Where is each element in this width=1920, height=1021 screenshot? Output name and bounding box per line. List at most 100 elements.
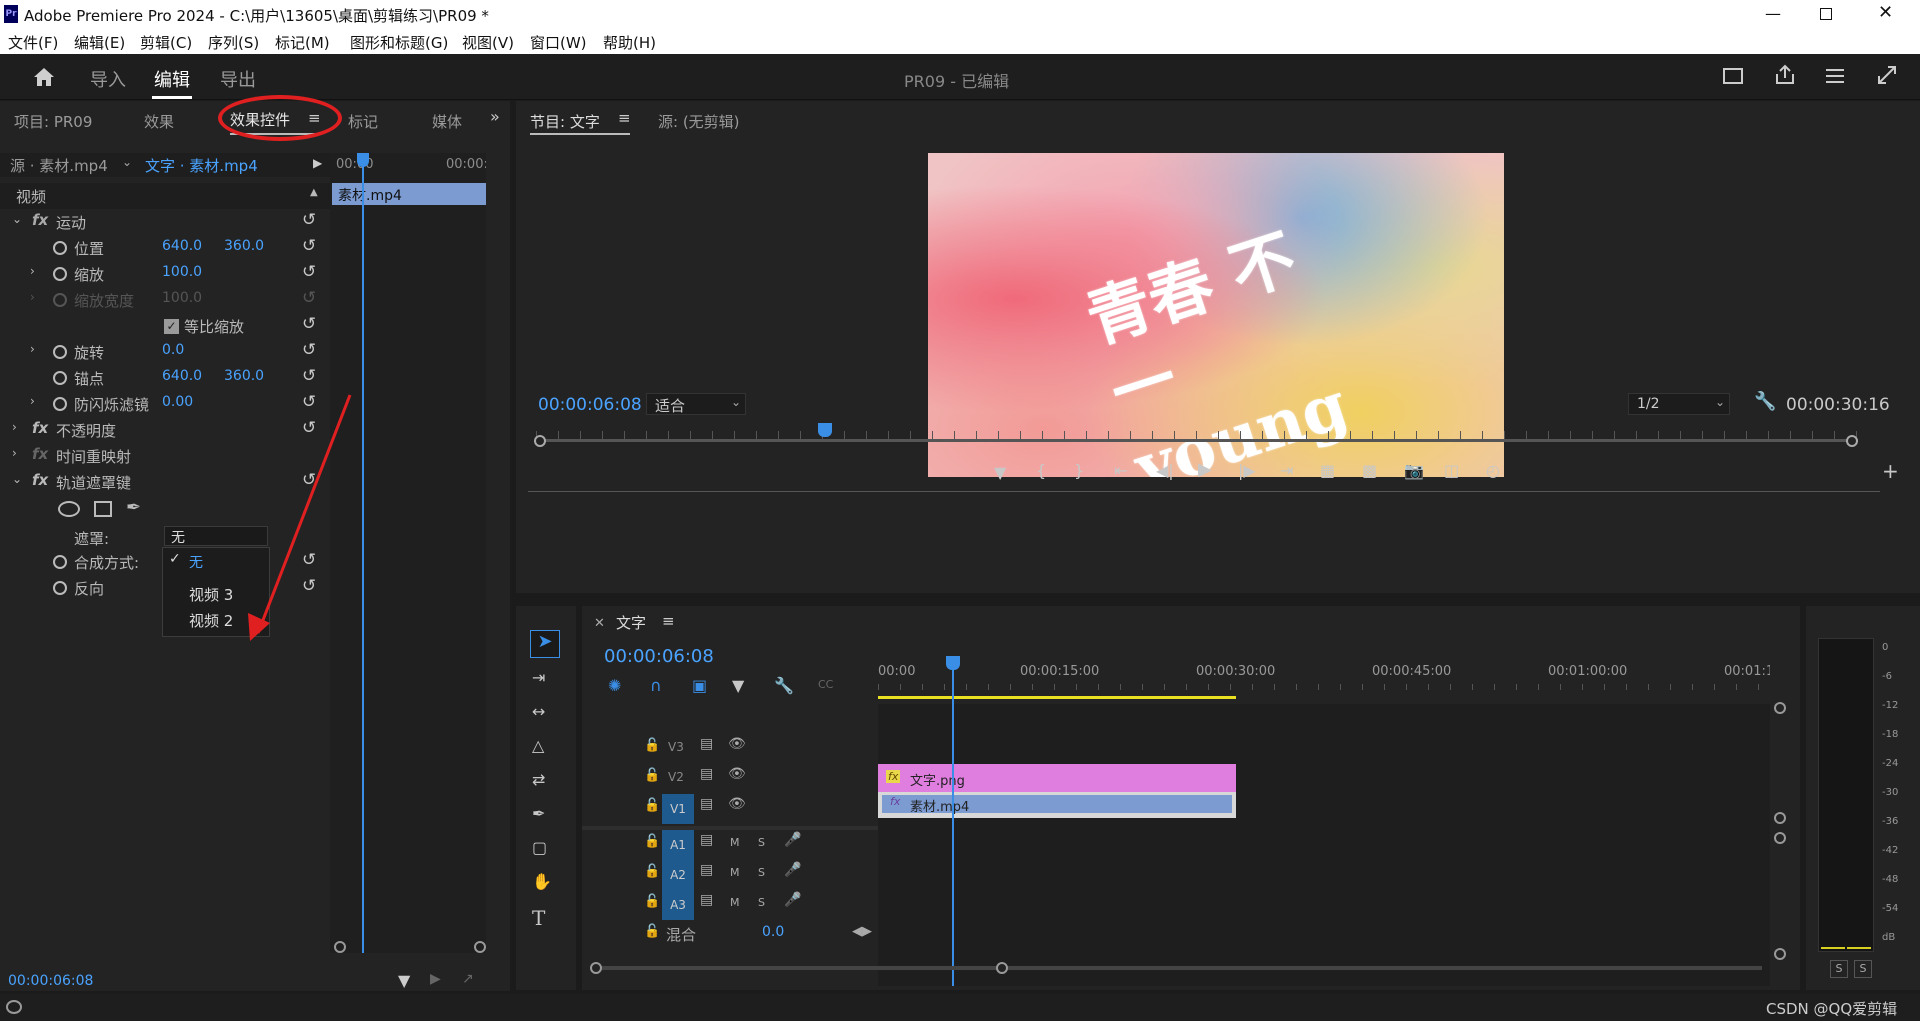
dropdown-item-video2[interactable]: 视频 2 <box>189 610 233 631</box>
ec-scroll-left[interactable] <box>334 941 346 953</box>
ec-timecode[interactable]: 00:00:06:08 <box>8 973 93 989</box>
ec-clip[interactable]: 素材.mp4 <box>332 183 486 205</box>
reset-icon[interactable]: ↺ <box>302 314 316 334</box>
ellipse-mask-icon[interactable] <box>58 501 80 517</box>
tab-project[interactable]: 项目: PR09 <box>14 111 92 132</box>
add-marker-icon[interactable]: ▼ <box>994 463 1006 482</box>
tab-media[interactable]: 媒体 <box>432 111 462 132</box>
stopwatch-icon[interactable] <box>53 371 67 385</box>
reset-icon[interactable]: ↺ <box>302 262 316 282</box>
solo-left-button[interactable]: S <box>1830 960 1848 978</box>
fx-icon[interactable]: fx <box>32 445 48 463</box>
go-to-out-icon[interactable]: ⇥ <box>1280 461 1293 480</box>
chevron-down-icon[interactable]: ⌄ <box>122 155 132 169</box>
magnet-icon[interactable]: ∩ <box>650 676 662 695</box>
tab-edit[interactable]: 编辑 <box>154 66 190 92</box>
solo-button[interactable]: S <box>758 836 765 849</box>
program-scrubber[interactable] <box>534 423 1858 447</box>
mark-out-icon[interactable]: } <box>1074 461 1084 480</box>
a-scroll-bottom[interactable] <box>1774 948 1786 960</box>
source-selector[interactable]: 源 · 素材.mp4 ⌄ 文字 · 素材.mp4 ▶ <box>0 153 330 177</box>
captions-icon[interactable]: CC <box>818 678 833 691</box>
pen-mask-icon[interactable]: ✒ <box>126 497 141 518</box>
panel-overflow-icon[interactable]: » <box>490 107 500 126</box>
value-x[interactable]: 640.0 <box>162 368 202 384</box>
rectangle-mask-icon[interactable] <box>94 501 112 517</box>
timeline-playhead[interactable] <box>952 662 954 986</box>
track-v3[interactable]: 🔓 V3 ▤ 👁 <box>582 734 878 764</box>
play-triangle-icon[interactable]: ▶ <box>313 156 322 170</box>
play-icon[interactable]: ▶ <box>1198 459 1212 480</box>
timeline-timecode[interactable]: 00:00:06:08 <box>604 646 714 667</box>
v-scroll-mid[interactable] <box>1774 812 1786 824</box>
stopwatch-icon[interactable] <box>53 241 67 255</box>
menu-graphics[interactable]: 图形和标题(G) <box>350 32 448 53</box>
eye-icon[interactable]: 👁 <box>728 766 746 782</box>
menu-clip[interactable]: 剪辑(C) <box>140 32 192 53</box>
track-label-v1[interactable]: V1 <box>662 794 694 824</box>
reset-icon[interactable]: ↺ <box>302 236 316 256</box>
compare-icon[interactable]: ◫ <box>1444 461 1459 480</box>
filter-icon[interactable]: ▼ <box>398 971 410 990</box>
clip-text-png[interactable]: fx 文字.png <box>878 764 1236 792</box>
value-flicker[interactable]: 0.00 <box>162 394 193 410</box>
quick-export-icon[interactable] <box>1723 68 1743 84</box>
maximize-button[interactable] <box>1820 8 1832 20</box>
track-v2[interactable]: 🔓 V2 ▤ 👁 <box>582 764 878 794</box>
home-icon[interactable] <box>32 66 56 88</box>
mute-button[interactable]: M <box>730 866 740 879</box>
tab-menu-icon[interactable]: ≡ <box>618 109 631 127</box>
microphone-icon[interactable]: 🎤 <box>784 892 801 908</box>
scrubber-end[interactable] <box>1846 435 1858 447</box>
a-scroll-top[interactable] <box>1774 832 1786 844</box>
tab-menu-icon[interactable]: ≡ <box>662 612 675 630</box>
ec-playhead-marker[interactable] <box>357 153 369 167</box>
prop-anchor[interactable]: 锚点 640.0 360.0 ↺ <box>0 365 330 391</box>
stopwatch-icon[interactable] <box>53 267 67 281</box>
menu-file[interactable]: 文件(F) <box>8 32 58 53</box>
timeline-playhead-marker[interactable] <box>946 656 960 670</box>
sync-lock-icon[interactable]: ▤ <box>700 832 713 848</box>
step-forward-icon[interactable]: |▶ <box>1238 461 1256 480</box>
razor-icon[interactable]: △ <box>532 736 544 755</box>
h-scrollbar[interactable] <box>590 962 1762 974</box>
solo-right-button[interactable]: S <box>1854 960 1872 978</box>
lock-icon[interactable]: 🔓 <box>644 798 660 813</box>
prop-position[interactable]: 位置 640.0 360.0 ↺ <box>0 235 330 261</box>
settings-wrench-icon[interactable]: 🔧 <box>774 676 794 695</box>
prop-uniform-scale[interactable]: ✓ 等比缩放 ↺ <box>0 313 330 339</box>
tab-export[interactable]: 导出 <box>220 66 256 92</box>
tab-sequence[interactable]: 文字 <box>616 612 646 633</box>
menu-view[interactable]: 视图(V) <box>462 32 514 53</box>
slip-icon[interactable]: ⇄ <box>532 770 545 789</box>
lift-icon[interactable]: ▦ <box>1320 461 1335 480</box>
fit-select[interactable]: 适合 ⌄ <box>646 393 746 415</box>
status-cloud-icon[interactable] <box>6 1000 22 1014</box>
expand-icon[interactable]: ⌄ <box>12 472 22 486</box>
expand-icon[interactable]: ⌄ <box>12 212 22 226</box>
camera-icon[interactable]: 📷 <box>1404 461 1424 480</box>
track-label-a1[interactable]: A1 <box>662 830 694 860</box>
expand-icon[interactable]: › <box>30 342 35 356</box>
stopwatch-icon[interactable] <box>53 345 67 359</box>
lock-icon[interactable]: 🔓 <box>644 894 660 909</box>
menu-marker[interactable]: 标记(M) <box>275 32 330 53</box>
value-y[interactable]: 360.0 <box>224 368 264 384</box>
step-back-icon[interactable]: ◀| <box>1156 461 1174 480</box>
expand-icon[interactable]: › <box>12 446 17 460</box>
solo-button[interactable]: S <box>758 896 765 909</box>
go-to-in-icon[interactable]: ⇤ <box>1114 461 1127 480</box>
microphone-icon[interactable]: 🎤 <box>784 832 801 848</box>
fx-icon[interactable]: fx <box>32 419 48 437</box>
stopwatch-icon[interactable] <box>53 581 67 595</box>
ripple-edit-icon[interactable]: ↔ <box>532 702 545 721</box>
lock-icon[interactable]: 🔓 <box>644 924 660 939</box>
track-label-a2[interactable]: A2 <box>662 860 694 890</box>
solo-button[interactable]: S <box>758 866 765 879</box>
value-scale[interactable]: 100.0 <box>162 264 202 280</box>
sync-lock-icon[interactable]: ▤ <box>700 796 713 812</box>
extract-icon[interactable]: ▩ <box>1362 461 1377 480</box>
sync-lock-icon[interactable]: ▤ <box>700 766 713 782</box>
track-a1[interactable]: 🔓 A1 ▤ M S 🎤 <box>582 830 878 860</box>
track-label-a3[interactable]: A3 <box>662 890 694 920</box>
